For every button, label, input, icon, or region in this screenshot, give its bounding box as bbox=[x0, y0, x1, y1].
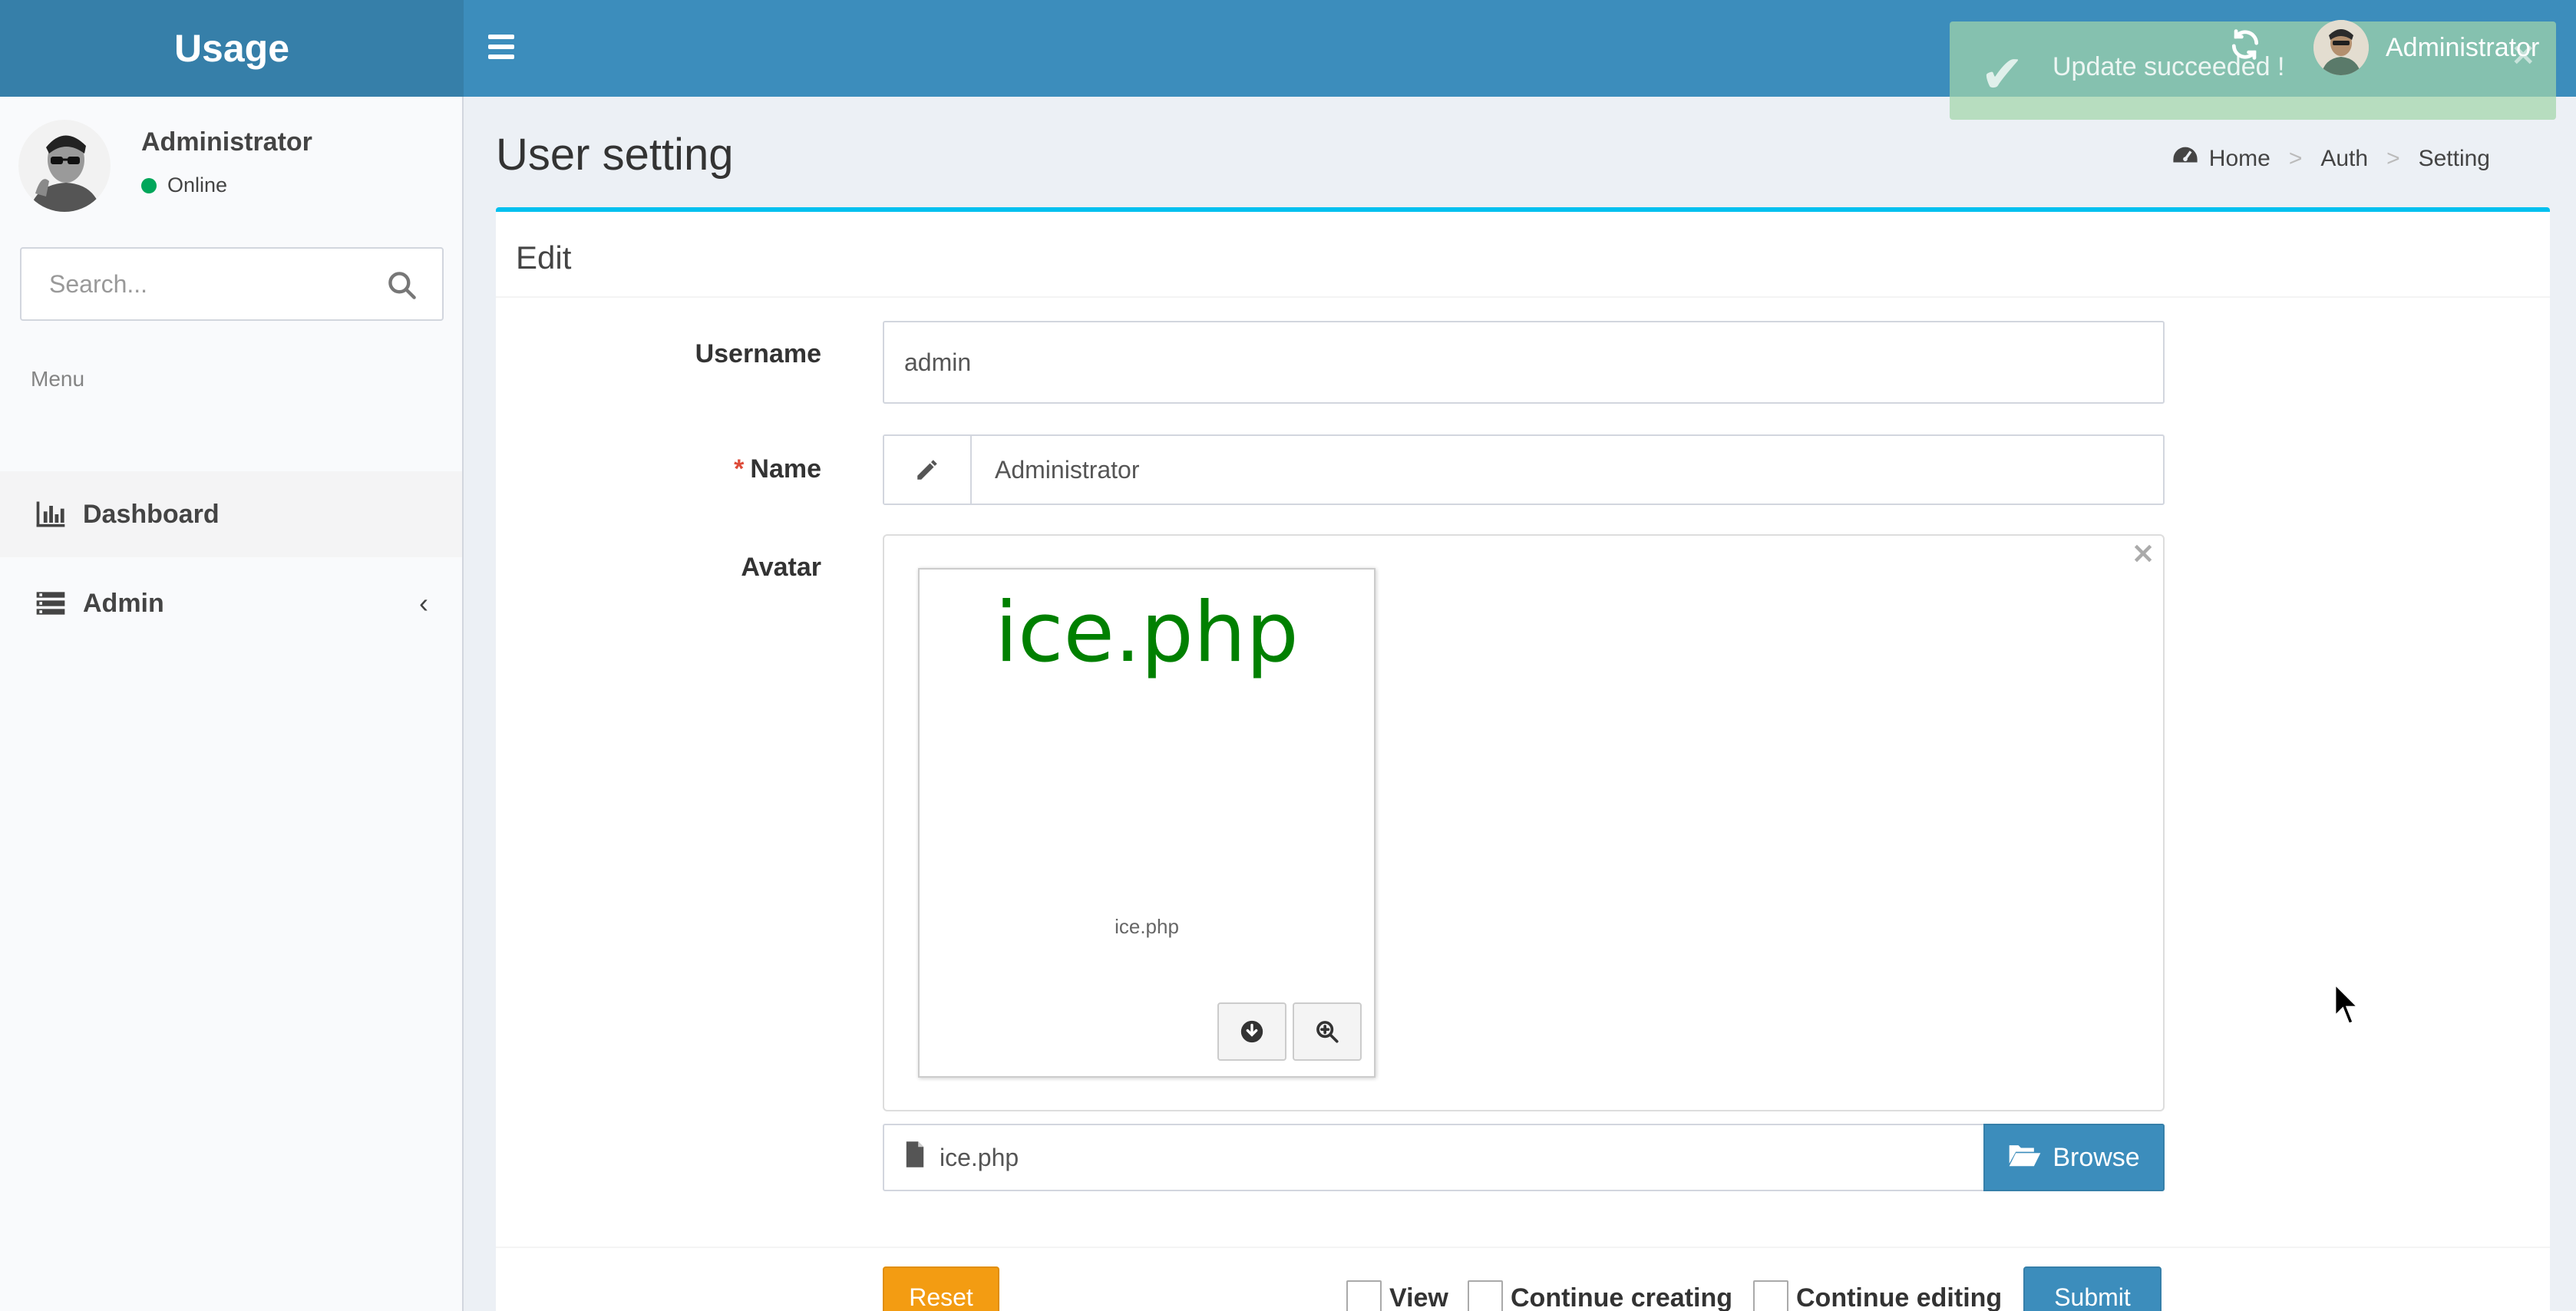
download-button[interactable] bbox=[1217, 1002, 1286, 1061]
breadcrumb-separator: > bbox=[2386, 146, 2400, 171]
page-title: User setting bbox=[496, 130, 734, 180]
chevron-left-icon: ‹ bbox=[419, 587, 428, 619]
sidebar-item-label: Dashboard bbox=[83, 499, 220, 529]
username-field[interactable]: admin bbox=[883, 321, 2165, 404]
browse-button[interactable]: Browse bbox=[1983, 1124, 2165, 1191]
name-label-text: Name bbox=[750, 454, 821, 484]
file-icon bbox=[904, 1141, 926, 1174]
continue-creating-checkbox-group[interactable]: Continue creating bbox=[1468, 1280, 1732, 1311]
view-label: View bbox=[1389, 1283, 1448, 1311]
sidebar-item-dashboard[interactable]: Dashboard bbox=[0, 471, 462, 557]
required-marker: * bbox=[734, 454, 745, 484]
user-menu[interactable]: Administrator bbox=[2313, 17, 2539, 78]
breadcrumb-auth[interactable]: Auth bbox=[2320, 146, 2368, 172]
form-footer-divider bbox=[496, 1247, 2550, 1248]
breadcrumb-home[interactable]: Home bbox=[2209, 146, 2271, 172]
refresh-icon[interactable] bbox=[2226, 28, 2264, 66]
preview-file-caption: ice.php bbox=[1115, 915, 1179, 938]
header-user-name: Administrator bbox=[2386, 32, 2540, 62]
zoom-button[interactable] bbox=[1293, 1002, 1362, 1061]
list-icon bbox=[34, 586, 68, 620]
hamburger-icon[interactable] bbox=[488, 29, 523, 64]
status-label: Online bbox=[167, 173, 228, 196]
continue-creating-label: Continue creating bbox=[1511, 1283, 1733, 1311]
breadcrumb: Home > Auth > Setting bbox=[2172, 144, 2490, 173]
dashboard-icon bbox=[2172, 144, 2198, 173]
download-icon bbox=[1240, 1020, 1263, 1043]
view-checkbox-group[interactable]: View bbox=[1346, 1280, 1448, 1311]
file-name: ice.php bbox=[940, 1143, 1019, 1171]
box-title: Edit bbox=[516, 239, 572, 276]
breadcrumb-setting: Setting bbox=[2418, 146, 2490, 171]
avatar bbox=[2313, 20, 2369, 75]
sidebar-search bbox=[20, 247, 444, 321]
continue-editing-label: Continue editing bbox=[1796, 1283, 2003, 1311]
file-thumbnail: ice.php ice.php bbox=[918, 568, 1376, 1078]
view-checkbox[interactable] bbox=[1346, 1280, 1382, 1311]
name-field[interactable]: Administrator bbox=[883, 434, 2165, 505]
continue-editing-checkbox-group[interactable]: Continue editing bbox=[1753, 1280, 2002, 1311]
zoom-in-icon bbox=[1316, 1021, 1339, 1043]
remove-file-icon[interactable]: × bbox=[2131, 536, 2155, 570]
box-header: Edit bbox=[496, 212, 2550, 298]
preview-file-title: ice.php bbox=[995, 585, 1299, 681]
check-icon: ✔ bbox=[1980, 45, 2024, 105]
mouse-cursor-icon bbox=[2333, 981, 2364, 1029]
browse-label: Browse bbox=[2053, 1142, 2140, 1172]
sidebar: Administrator Online Menu Dashboard bbox=[0, 97, 464, 1311]
pencil-icon bbox=[884, 436, 972, 504]
avatar-label: Avatar bbox=[741, 553, 821, 582]
menu-header: Menu bbox=[31, 367, 85, 391]
online-status: Online bbox=[141, 173, 227, 197]
avatar bbox=[18, 120, 111, 212]
username-label: Username bbox=[695, 339, 821, 368]
breadcrumb-separator: > bbox=[2288, 146, 2303, 171]
search-input[interactable] bbox=[21, 249, 359, 319]
username-value: admin bbox=[904, 348, 972, 376]
user-panel: Administrator Online bbox=[18, 120, 448, 220]
sidebar-item-label: Admin bbox=[83, 588, 164, 618]
submit-button[interactable]: Submit bbox=[2023, 1266, 2162, 1311]
sidebar-item-admin[interactable]: Admin ‹ bbox=[0, 560, 462, 646]
file-caption[interactable]: ice.php bbox=[883, 1124, 1985, 1191]
continue-editing-checkbox[interactable] bbox=[1753, 1280, 1788, 1311]
app-logo[interactable]: Usage bbox=[0, 0, 464, 97]
search-icon[interactable] bbox=[385, 269, 419, 302]
status-dot-icon bbox=[141, 177, 157, 193]
top-navbar: Usage ✔ Update succeeded ! × Administrat… bbox=[0, 0, 2576, 120]
name-label: * Name bbox=[668, 454, 821, 484]
folder-open-icon bbox=[2008, 1141, 2042, 1175]
sidebar-user-name: Administrator bbox=[141, 127, 312, 157]
bar-chart-icon bbox=[34, 497, 68, 531]
name-value: Administrator bbox=[995, 455, 1140, 484]
reset-button[interactable]: Reset bbox=[883, 1266, 999, 1311]
continue-creating-checkbox[interactable] bbox=[1468, 1280, 1503, 1311]
file-preview: × ice.php ice.php bbox=[883, 534, 2165, 1111]
